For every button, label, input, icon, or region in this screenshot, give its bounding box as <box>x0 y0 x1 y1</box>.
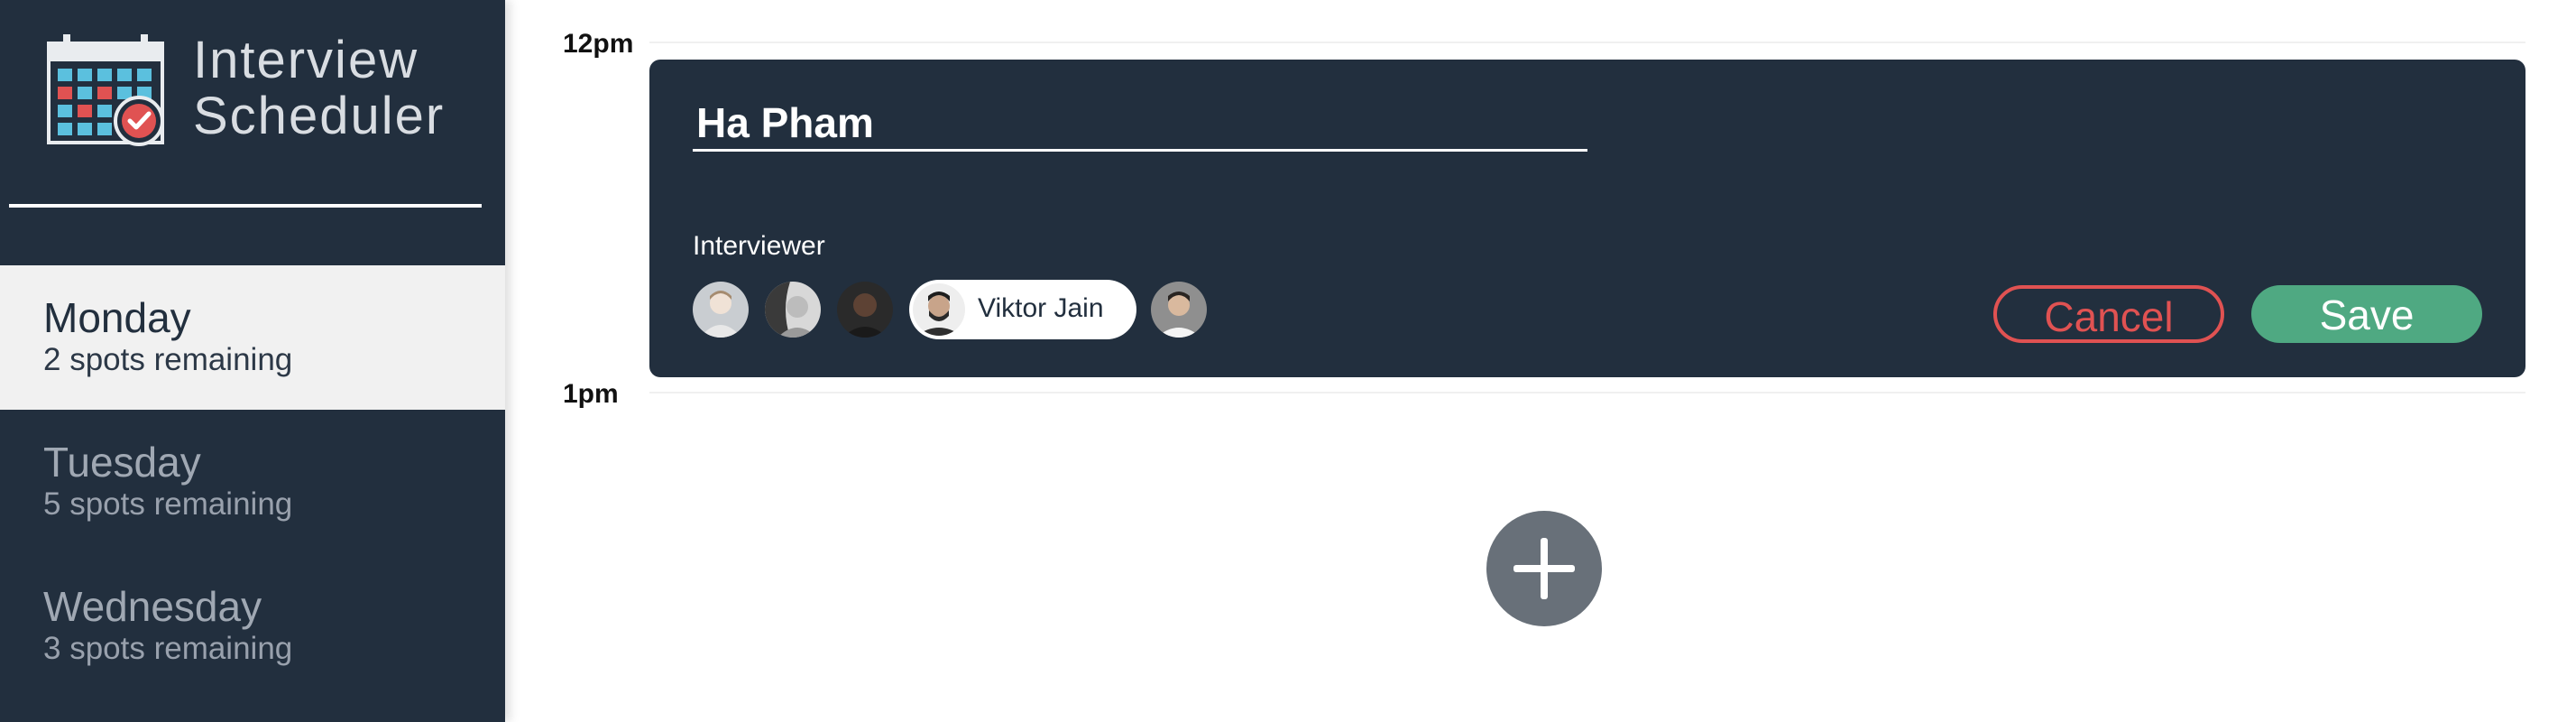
app-title: Interview Scheduler <box>193 32 482 144</box>
interviewer-avatar[interactable] <box>693 282 749 338</box>
add-appointment-button[interactable] <box>1486 511 1602 626</box>
plus-icon <box>1513 538 1575 599</box>
app-title-line2: Scheduler <box>193 87 446 145</box>
day-spots: 5 spots remaining <box>43 486 293 522</box>
avatar-image <box>693 282 749 338</box>
day-item-tuesday[interactable]: Tuesday 5 spots remaining <box>0 410 505 554</box>
sidebar: Interview Scheduler Monday 2 spots remai… <box>0 0 505 722</box>
interviewer-selected[interactable]: Viktor Jain <box>909 280 1136 339</box>
interviewer-name: Viktor Jain <box>978 293 1104 323</box>
interviewer-label: Interviewer <box>693 231 825 261</box>
day-name: Wednesday <box>43 583 262 630</box>
sidebar-divider <box>9 204 482 208</box>
avatar-image <box>837 282 893 338</box>
day-item-wednesday[interactable]: Wednesday 3 spots remaining <box>0 554 505 699</box>
time-label-1pm: 1pm <box>563 379 619 409</box>
day-spots: 2 spots remaining <box>43 342 293 377</box>
day-spots: 3 spots remaining <box>43 631 293 666</box>
avatar-image <box>913 283 965 336</box>
interviewer-avatar[interactable] <box>1151 282 1207 338</box>
day-name: Tuesday <box>43 439 201 486</box>
interviewer-avatar <box>913 283 965 336</box>
brand: Interview Scheduler <box>45 32 460 150</box>
day-item-monday[interactable]: Monday 2 spots remaining <box>0 265 505 410</box>
appointment-form: Interviewer <box>649 60 2525 377</box>
avatar-image <box>765 282 821 338</box>
student-name-input[interactable] <box>693 96 1587 152</box>
avatar-image <box>1151 282 1207 338</box>
interviewer-avatar[interactable] <box>765 282 821 338</box>
day-list: Monday 2 spots remaining Tuesday 5 spots… <box>0 265 505 699</box>
day-name: Monday <box>43 294 191 341</box>
interviewer-avatar[interactable] <box>837 282 893 338</box>
time-label-12pm: 12pm <box>563 29 634 59</box>
save-button[interactable]: Save <box>2251 285 2482 343</box>
calendar-icon <box>47 34 164 146</box>
hour-divider <box>649 42 2525 43</box>
hour-divider <box>649 392 2525 393</box>
cancel-button[interactable]: Cancel <box>1993 285 2224 343</box>
app-title-line1: Interview <box>193 31 419 89</box>
